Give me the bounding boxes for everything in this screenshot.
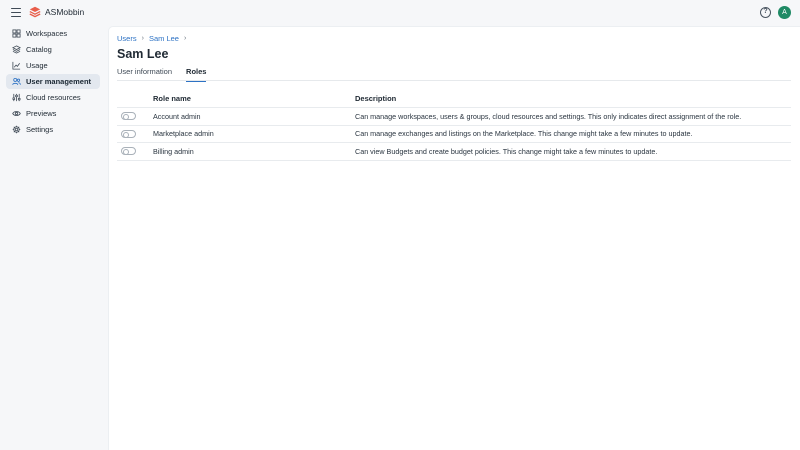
eye-icon: [12, 111, 21, 116]
breadcrumb-separator: ›: [183, 35, 187, 42]
role-description: Can manage workspaces, users & groups, c…: [355, 111, 742, 121]
table-row: Account admin Can manage workspaces, use…: [117, 108, 791, 126]
role-toggle-marketplace-admin[interactable]: [121, 129, 136, 138]
sidebar: Workspaces Catalog Usage User management: [0, 26, 108, 450]
help-icon[interactable]: ?: [760, 7, 771, 18]
column-header-description: Description: [355, 94, 397, 103]
sidebar-item-catalog[interactable]: Catalog: [6, 42, 100, 57]
role-description: Can manage exchanges and listings on the…: [355, 129, 693, 139]
column-header-role-name: Role name: [153, 94, 191, 103]
main-panel: Users › Sam Lee › Sam Lee User informati…: [108, 26, 800, 450]
role-name: Billing admin: [153, 146, 194, 156]
breadcrumb-separator: ›: [141, 35, 144, 42]
sidebar-item-label: Settings: [26, 125, 54, 134]
tabs-divider: [117, 80, 791, 81]
breadcrumb-link-users[interactable]: Users: [117, 34, 137, 43]
table-row: Marketplace admin Can manage exchanges a…: [117, 126, 791, 143]
sidebar-item-label: Cloud resources: [26, 93, 81, 102]
sidebar-item-label: Workspaces: [26, 29, 68, 38]
role-name: Account admin: [153, 111, 201, 121]
sidebar-item-label: Previews: [26, 109, 57, 118]
app-logo-icon: [29, 6, 41, 18]
breadcrumb-link-sam-lee[interactable]: Sam Lee: [149, 34, 179, 43]
sidebar-item-label: Catalog: [26, 45, 52, 54]
sidebar-item-previews[interactable]: Previews: [6, 106, 100, 121]
gear-icon: [12, 125, 21, 134]
role-toggle-billing-admin[interactable]: [121, 147, 136, 156]
page-title: Sam Lee: [117, 47, 169, 61]
sidebar-item-cloud-resources[interactable]: Cloud resources: [6, 90, 100, 105]
sidebar-item-workspaces[interactable]: Workspaces: [6, 26, 100, 41]
hamburger-menu-icon[interactable]: [11, 8, 21, 17]
role-name: Marketplace admin: [153, 129, 214, 139]
table-header: Role name Description: [117, 90, 791, 108]
role-toggle-account-admin[interactable]: [121, 112, 136, 121]
sidebar-item-usage[interactable]: Usage: [6, 58, 100, 73]
table-row: Billing admin Can view Budgets and creat…: [117, 143, 791, 161]
sliders-icon: [12, 93, 21, 102]
users-icon: [12, 77, 21, 86]
catalog-icon: [12, 45, 21, 54]
roles-table: Role name Description Account admin Can …: [117, 90, 791, 161]
user-avatar[interactable]: A: [778, 6, 791, 19]
role-description: Can view Budgets and create budget polic…: [355, 146, 658, 156]
sidebar-item-user-management[interactable]: User management: [6, 74, 100, 89]
top-bar: ASMobbin ? A: [0, 0, 800, 26]
sidebar-item-settings[interactable]: Settings: [6, 122, 100, 137]
workspaces-icon: [12, 29, 21, 38]
sidebar-item-label: Usage: [26, 61, 48, 70]
app-name: ASMobbin: [45, 7, 85, 17]
usage-chart-icon: [12, 61, 21, 70]
sidebar-item-label: User management: [26, 77, 92, 86]
breadcrumb: Users › Sam Lee ›: [117, 34, 191, 43]
